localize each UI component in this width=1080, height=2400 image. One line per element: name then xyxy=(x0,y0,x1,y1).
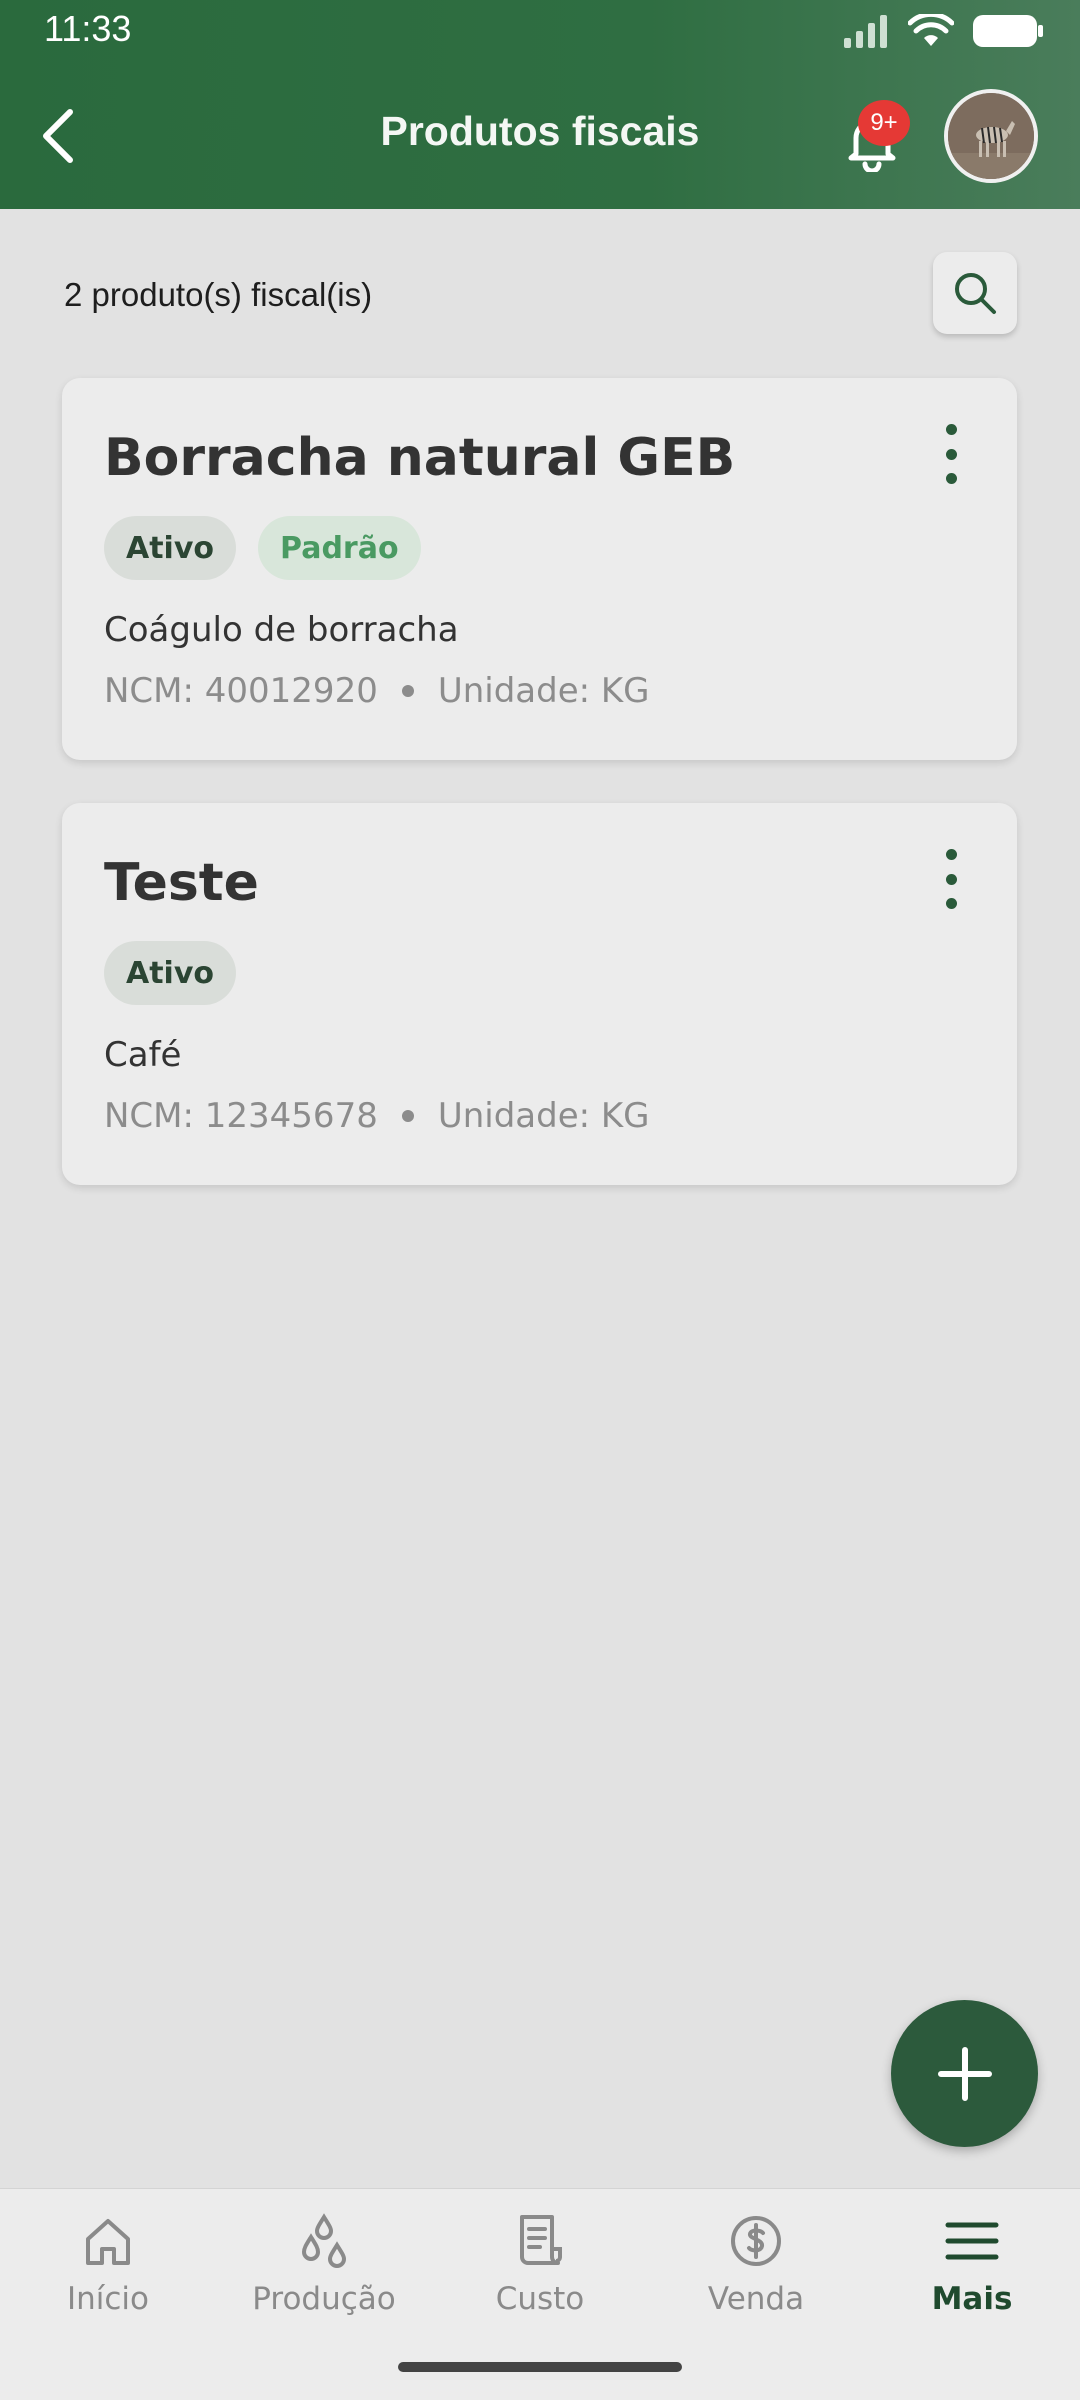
notification-badge: 9+ xyxy=(858,100,910,146)
product-unit: Unidade: KG xyxy=(437,671,650,711)
add-product-button[interactable] xyxy=(891,2000,1038,2147)
more-options-icon[interactable] xyxy=(939,424,963,484)
search-icon xyxy=(955,273,996,314)
signal-icon xyxy=(844,15,887,48)
separator-dot xyxy=(401,685,414,697)
avatar[interactable] xyxy=(944,89,1038,183)
page-title: Produtos fiscais xyxy=(380,108,700,154)
drops-icon xyxy=(301,2213,347,2268)
nav-item-mais[interactable]: Mais xyxy=(864,2189,1080,2339)
battery-icon xyxy=(973,15,1043,47)
product-title: Borracha natural GEB xyxy=(104,428,736,488)
receipt-icon xyxy=(520,2215,562,2265)
nav-item-inicio[interactable]: Início xyxy=(0,2189,216,2339)
nav-label: Mais xyxy=(931,2281,1013,2317)
product-meta: NCM: 12345678 Unidade: KG xyxy=(104,1096,650,1136)
product-card[interactable]: Borracha natural GEB Ativo Padrão Coágul… xyxy=(62,378,1017,760)
product-meta: NCM: 40012920 Unidade: KG xyxy=(104,671,650,711)
dollar-icon xyxy=(731,2216,781,2266)
nav-label: Venda xyxy=(707,2281,805,2317)
app-header: 11:33 Produtos fiscais 9+ xyxy=(0,0,1080,209)
product-ncm: NCM: 40012920 xyxy=(104,671,378,711)
more-options-icon[interactable] xyxy=(939,849,963,909)
product-description: Coágulo de borracha xyxy=(104,610,459,650)
search-button[interactable] xyxy=(933,252,1017,334)
home-icon xyxy=(86,2219,130,2265)
plus-icon xyxy=(937,2046,992,2101)
status-chips: Ativo xyxy=(104,941,237,1005)
wifi-icon xyxy=(908,14,954,46)
product-description: Café xyxy=(104,1035,182,1075)
product-unit: Unidade: KG xyxy=(437,1096,650,1136)
nav-label: Início xyxy=(66,2281,150,2317)
product-card[interactable]: Teste Ativo Café NCM: 12345678 Unidade: … xyxy=(62,803,1017,1185)
nav-item-custo[interactable]: Custo xyxy=(432,2189,648,2339)
separator-dot xyxy=(401,1110,414,1122)
default-badge: Padrão xyxy=(258,516,421,580)
menu-icon xyxy=(945,2222,999,2260)
status-icons xyxy=(842,14,1044,48)
nav-label: Custo xyxy=(495,2281,585,2317)
status-chips: Ativo Padrão xyxy=(104,516,421,580)
nav-item-producao[interactable]: Produção xyxy=(216,2189,432,2339)
home-indicator xyxy=(398,2362,682,2372)
nav-item-venda[interactable]: Venda xyxy=(648,2189,864,2339)
product-title: Teste xyxy=(104,853,259,913)
status-badge: Ativo xyxy=(104,941,237,1005)
status-badge: Ativo xyxy=(104,516,237,580)
nav-label: Produção xyxy=(252,2281,396,2317)
product-count: 2 produto(s) fiscal(is) xyxy=(64,276,373,313)
product-ncm: NCM: 12345678 xyxy=(104,1096,378,1136)
zebra-avatar-icon xyxy=(948,93,1034,179)
status-time: 11:33 xyxy=(44,8,132,49)
